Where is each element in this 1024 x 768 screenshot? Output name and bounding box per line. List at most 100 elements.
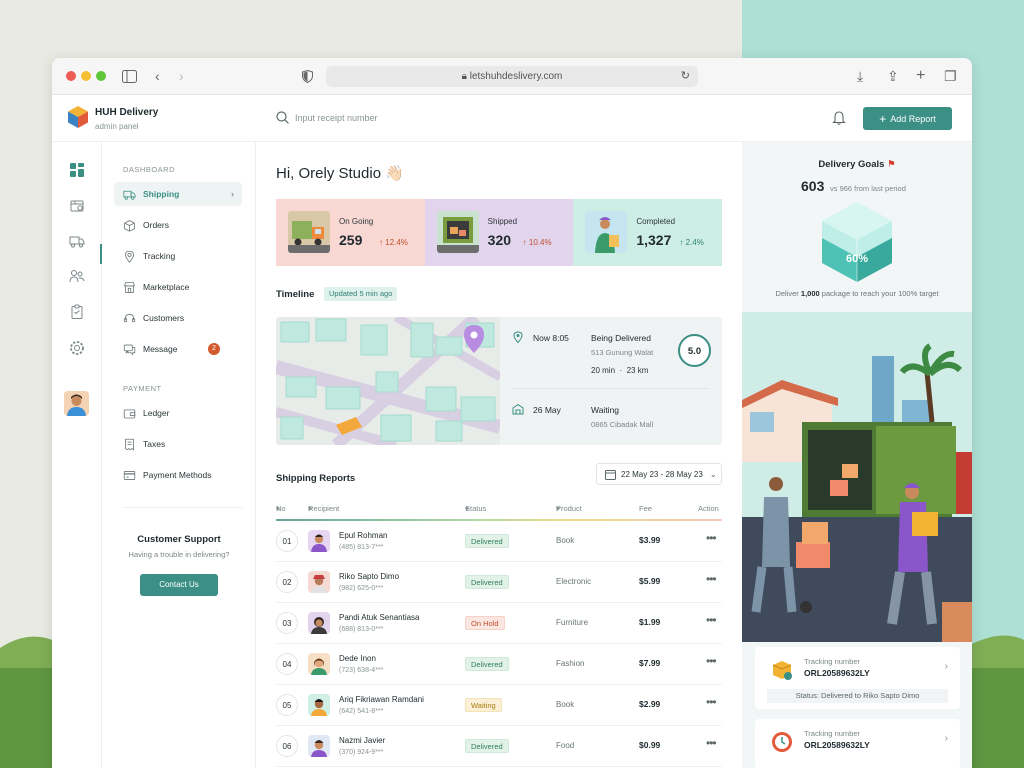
row-number: 01 bbox=[276, 530, 298, 552]
clock-icon bbox=[772, 732, 792, 752]
search-input[interactable]: Input receipt number bbox=[295, 113, 378, 123]
date-range-value: 22 May 23 - 28 May 23 bbox=[621, 469, 703, 479]
stat-change: ↑ 12.4% bbox=[379, 238, 408, 247]
tracking-card[interactable]: Tracking number ORL20589632LY › Status: … bbox=[755, 647, 960, 709]
address-bar[interactable]: 🔒︎ letshuhdeslivery.com ↻ bbox=[326, 66, 698, 87]
nav-item-customers[interactable]: Customers bbox=[114, 306, 242, 330]
shield-icon[interactable] bbox=[302, 70, 313, 83]
contact-us-button[interactable]: Contact Us bbox=[140, 574, 218, 596]
fee: $0.99 bbox=[639, 740, 661, 750]
product: Fashion bbox=[556, 659, 585, 668]
row-number: 02 bbox=[276, 571, 298, 593]
chevron-right-icon: › bbox=[231, 189, 234, 199]
receipt-search[interactable]: Input receipt number bbox=[276, 111, 378, 124]
status-badge: On Hold bbox=[465, 616, 505, 630]
recipient-phone: (485) 813-7*** bbox=[339, 544, 384, 551]
more-actions-icon[interactable]: ••• bbox=[706, 736, 717, 750]
column-fee: Fee bbox=[639, 504, 652, 513]
recipient-phone: (723) 638-4*** bbox=[339, 667, 384, 674]
column-no[interactable]: No ▾ bbox=[276, 504, 286, 513]
nav-item-ledger[interactable]: Ledger bbox=[114, 401, 242, 425]
forward-icon[interactable]: › bbox=[179, 67, 184, 85]
fee: $3.99 bbox=[639, 535, 661, 545]
table-row[interactable]: 02 Riko Sapto Dimo (982) 625-0*** Delive… bbox=[276, 562, 722, 603]
shipped-truck-illustration bbox=[436, 211, 479, 253]
icon-rail bbox=[52, 142, 102, 768]
clipboard-icon[interactable] bbox=[69, 304, 85, 320]
arrow-up-icon: ↑ bbox=[379, 238, 383, 247]
bell-icon[interactable] bbox=[831, 110, 847, 126]
maximize-window-button[interactable] bbox=[96, 71, 106, 81]
nav-item-message[interactable]: Message 2 bbox=[114, 337, 242, 361]
recipient-name: Pandi Atuk Senantiasa bbox=[339, 613, 420, 622]
settings-icon[interactable] bbox=[69, 340, 85, 356]
nav-item-label: Shipping bbox=[143, 189, 180, 199]
stat-change: ↑ 2.4% bbox=[679, 238, 704, 247]
delivery-truck-icon[interactable] bbox=[69, 233, 85, 249]
date-range-picker[interactable]: 22 May 23 - 28 May 23 ⌄ bbox=[596, 463, 722, 485]
dashboard-icon[interactable] bbox=[69, 162, 85, 178]
tracking-label: Tracking number bbox=[804, 657, 860, 666]
greeting: Hi, Orely Studio 👋🏻 bbox=[276, 165, 404, 182]
recipient-name: Ariq Fikriawan Ramdani bbox=[339, 695, 424, 704]
package-icon[interactable] bbox=[69, 197, 85, 213]
table-row[interactable]: 05 Ariq Fikriawan Ramdani (642) 541-8***… bbox=[276, 685, 722, 726]
arrow-up-icon: ↑ bbox=[522, 238, 527, 247]
more-actions-icon[interactable]: ••• bbox=[706, 695, 717, 709]
recipient-name: Riko Sapto Dimo bbox=[339, 572, 400, 581]
more-actions-icon[interactable]: ••• bbox=[706, 654, 717, 668]
package-delivery-icon bbox=[772, 661, 792, 680]
column-product[interactable]: Product ▾ bbox=[556, 504, 582, 513]
delivery-scene-illustration bbox=[742, 312, 972, 642]
tracking-number: ORL20589632LY bbox=[804, 740, 870, 750]
more-actions-icon[interactable]: ••• bbox=[706, 613, 717, 627]
nav-item-orders[interactable]: Orders bbox=[114, 213, 242, 237]
url-text: letshuhdeslivery.com bbox=[469, 71, 563, 82]
share-icon[interactable]: ⇪ bbox=[887, 67, 899, 85]
reload-icon[interactable]: ↻ bbox=[681, 66, 690, 87]
add-report-button[interactable]: + Add Report bbox=[863, 107, 952, 130]
browser-window: ‹ › 🔒︎ letshuhdeslivery.com ↻ ⤓ ⇪ + ❐ HU… bbox=[52, 58, 972, 768]
column-status[interactable]: Status ▾ bbox=[465, 504, 486, 513]
sidebar-toggle-icon[interactable] bbox=[122, 70, 137, 83]
stat-value: 1,327 bbox=[636, 232, 672, 248]
delivery-map[interactable] bbox=[276, 317, 500, 445]
user-avatar[interactable] bbox=[64, 391, 89, 416]
recipient-avatar bbox=[308, 653, 330, 675]
stat-card-ongoing[interactable]: On Going 259 ↑ 12.4% bbox=[276, 199, 425, 266]
receipt-icon bbox=[125, 438, 134, 451]
lock-icon: 🔒︎ bbox=[461, 71, 467, 82]
browser-toolbar: ‹ › 🔒︎ letshuhdeslivery.com ↻ ⤓ ⇪ + ❐ bbox=[52, 58, 972, 95]
support-subtitle: Having a trouble in delivering? bbox=[128, 550, 230, 559]
table-row[interactable]: 04 Dede Inon (723) 638-4*** Delivered Fa… bbox=[276, 644, 722, 685]
column-recipient[interactable]: Recipient ▾ bbox=[308, 504, 339, 513]
nav-item-shipping[interactable]: Shipping › bbox=[114, 182, 242, 206]
nav-item-tracking[interactable]: Tracking bbox=[114, 244, 242, 268]
back-icon[interactable]: ‹ bbox=[155, 67, 160, 85]
users-icon[interactable] bbox=[69, 268, 85, 284]
nav-item-taxes[interactable]: Taxes bbox=[114, 432, 242, 456]
table-row[interactable]: 06 Nazmi Javier (370) 924-9*** Delivered… bbox=[276, 726, 722, 767]
stat-card-shipped[interactable]: Shipped 320 ↑ 10.4% bbox=[424, 199, 574, 266]
more-actions-icon[interactable]: ••• bbox=[706, 572, 717, 586]
close-window-button[interactable] bbox=[66, 71, 76, 81]
download-icon[interactable]: ⤓ bbox=[857, 67, 863, 85]
tracking-card[interactable]: Tracking number ORL20589632LY › bbox=[755, 719, 960, 768]
nav-section-dashboard: DASHBOARD bbox=[123, 165, 176, 174]
table-row[interactable]: 03 Pandi Atuk Senantiasa (688) 813-0*** … bbox=[276, 603, 722, 644]
new-tab-icon[interactable]: + bbox=[916, 67, 925, 85]
goal-progress-cube: 60% bbox=[822, 202, 892, 282]
goals-comparison: vs 966 from last period bbox=[830, 184, 906, 193]
recipient-name: Nazmi Javier bbox=[339, 736, 386, 745]
stat-label: Shipped bbox=[487, 217, 518, 226]
stat-card-completed[interactable]: Completed 1,327 ↑ 2.4% bbox=[573, 199, 723, 266]
shipping-reports-title: Shipping Reports bbox=[276, 473, 356, 484]
nav-item-marketplace[interactable]: Marketplace bbox=[114, 275, 242, 299]
plus-icon: + bbox=[879, 111, 887, 126]
row-number: 06 bbox=[276, 735, 298, 757]
tabs-overview-icon[interactable]: ❐ bbox=[944, 67, 957, 85]
table-row[interactable]: 01 Epul Rohman (485) 813-7*** Delivered … bbox=[276, 521, 722, 562]
minimize-window-button[interactable] bbox=[81, 71, 91, 81]
more-actions-icon[interactable]: ••• bbox=[706, 531, 717, 545]
nav-item-payment-methods[interactable]: Payment Methods bbox=[114, 463, 242, 487]
